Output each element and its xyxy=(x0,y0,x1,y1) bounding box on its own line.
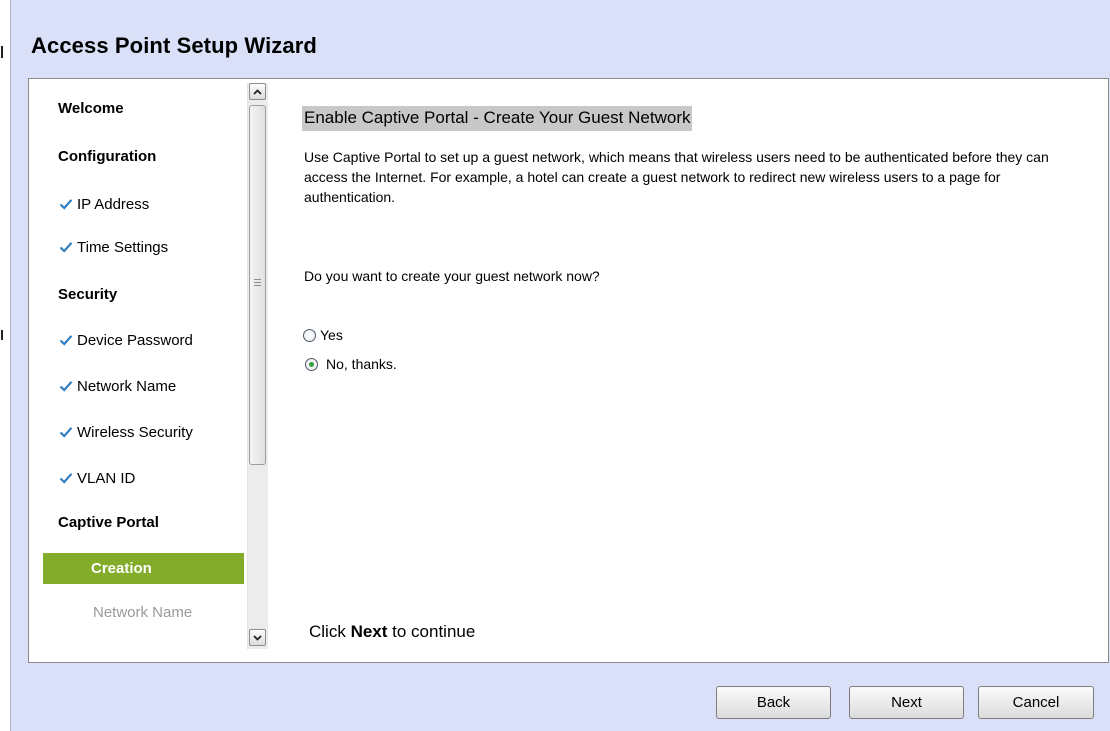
setup-wizard-window: Access Point Setup Wizard Welcome Config… xyxy=(10,0,1110,731)
continue-hint-prefix: Click xyxy=(309,622,351,641)
sidebar-item-label: Network Name xyxy=(93,604,193,621)
option-no-thanks[interactable]: No, thanks. xyxy=(303,356,397,372)
wizard-steps-sidebar: Welcome Configuration IP Address Time Se… xyxy=(43,89,259,649)
sidebar-item-label: Creation xyxy=(91,560,152,577)
sidebar-item-creation[interactable]: Creation xyxy=(43,553,244,584)
cancel-button[interactable]: Cancel xyxy=(978,686,1094,719)
checkmark-icon xyxy=(59,473,73,484)
checkmark-icon xyxy=(59,381,73,392)
option-yes[interactable]: Yes xyxy=(303,327,343,343)
checkmark-icon xyxy=(59,335,73,346)
sidebar-item-security[interactable]: Security xyxy=(43,283,258,307)
sidebar-item-label: Configuration xyxy=(58,148,157,165)
sidebar-item-wireless-security[interactable]: Wireless Security xyxy=(43,421,259,445)
scroll-down-button[interactable] xyxy=(249,629,266,646)
scroll-up-button[interactable] xyxy=(249,83,266,100)
page-description: Use Captive Portal to set up a guest net… xyxy=(304,149,1049,205)
sidebar-item-label: Captive Portal xyxy=(58,514,159,531)
sidebar-item-label: IP Address xyxy=(77,196,150,213)
sidebar-item-time-settings[interactable]: Time Settings xyxy=(43,236,259,260)
sidebar-item-captive-portal[interactable]: Captive Portal xyxy=(43,511,258,535)
wizard-title: Access Point Setup Wizard xyxy=(31,33,317,58)
checkmark-icon xyxy=(59,199,73,210)
option-yes-label: Yes xyxy=(320,327,343,343)
chevron-up-icon xyxy=(253,88,262,95)
sidebar-scrollbar[interactable] xyxy=(247,83,268,649)
radio-no-thanks[interactable] xyxy=(305,357,318,371)
sidebar-item-network-name-pending: Network Name xyxy=(43,601,259,625)
continue-hint-suffix: to continue xyxy=(387,622,476,641)
wizard-panel: Welcome Configuration IP Address Time Se… xyxy=(28,78,1109,663)
radio-yes[interactable] xyxy=(303,328,316,342)
back-button[interactable]: Back xyxy=(716,686,831,719)
sidebar-item-label: Device Password xyxy=(77,332,193,349)
checkmark-icon xyxy=(59,427,73,438)
guest-network-question: Do you want to create your guest network… xyxy=(304,268,600,284)
sidebar-item-label: Wireless Security xyxy=(77,424,193,441)
grip-icon xyxy=(254,279,261,288)
checkmark-icon xyxy=(59,242,73,253)
sidebar-item-welcome[interactable]: Welcome xyxy=(43,97,258,121)
sidebar-item-device-password[interactable]: Device Password xyxy=(43,329,259,353)
sidebar-item-label: Network Name xyxy=(77,378,177,395)
option-no-thanks-label: No, thanks. xyxy=(326,356,397,372)
scrollbar-thumb[interactable] xyxy=(249,105,266,465)
chevron-down-icon xyxy=(253,634,262,641)
next-button[interactable]: Next xyxy=(849,686,964,719)
sidebar-item-network-name[interactable]: Network Name xyxy=(43,375,259,399)
continue-hint-next: Next xyxy=(350,622,388,641)
sidebar-item-label: Time Settings xyxy=(77,239,169,256)
sidebar-item-vlan-id[interactable]: VLAN ID xyxy=(43,467,259,491)
sidebar-item-ip-address[interactable]: IP Address xyxy=(43,193,259,217)
sidebar-item-label: Security xyxy=(58,286,118,303)
sidebar-item-configuration[interactable]: Configuration xyxy=(43,145,258,169)
page-title: Enable Captive Portal - Create Your Gues… xyxy=(302,106,693,131)
continue-hint: Click Next to continue xyxy=(309,622,475,642)
sidebar-item-label: Welcome xyxy=(58,100,124,117)
sidebar-item-label: VLAN ID xyxy=(77,470,136,487)
